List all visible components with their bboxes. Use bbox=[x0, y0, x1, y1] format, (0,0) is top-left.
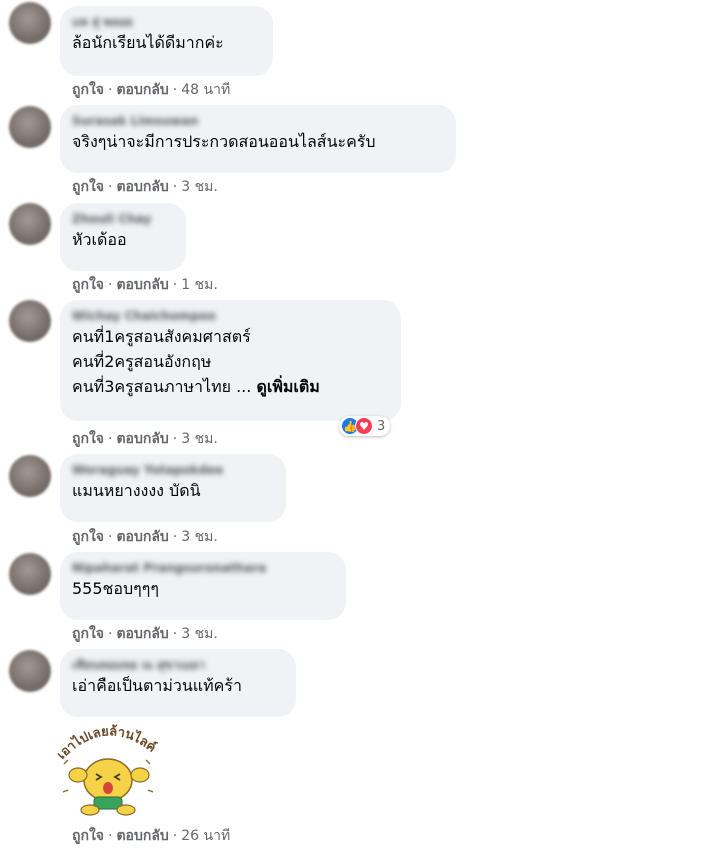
like-button[interactable]: ถูกใจ bbox=[72, 828, 104, 844]
comment-bubble: Wichay Chaichompoo คนที่1ครูสอนสังคมศาสต… bbox=[60, 300, 401, 421]
separator-dot: · bbox=[172, 626, 178, 642]
separator-dot: · bbox=[172, 431, 178, 447]
comment-author[interactable]: แพ สุ่ พลอย bbox=[72, 14, 261, 30]
timestamp[interactable]: 48 นาที bbox=[181, 82, 230, 98]
comment-bubble: Zhouli Chay หัวเด้ออ bbox=[60, 203, 186, 271]
reply-button[interactable]: ตอบกลับ bbox=[116, 828, 168, 844]
comment-bubble: เทียนหอมหอ ณ สุขาเมยา เอ่าคือเป็นตาม่วนแ… bbox=[60, 649, 296, 717]
separator-dot: · bbox=[108, 529, 113, 545]
comment-text: 555ชอบๆๆๆ bbox=[72, 579, 159, 598]
love-icon: ♥ bbox=[355, 417, 373, 435]
avatar[interactable] bbox=[9, 553, 51, 595]
avatar[interactable] bbox=[9, 106, 51, 148]
reaction-count: 3 bbox=[377, 418, 386, 434]
avatar[interactable] bbox=[9, 650, 51, 692]
comment-text: แมนหยางงงง บัดนิ bbox=[72, 481, 201, 500]
comment-text: หัวเด้ออ bbox=[72, 230, 127, 249]
comment-text-line: คนที่3ครูสอนภาษาไทย ... ดูเพิ่มเติม bbox=[72, 374, 389, 399]
separator-dot: · bbox=[108, 277, 113, 293]
comment-actions: ถูกใจ · ตอบกลับ · 3 ชม. bbox=[72, 625, 218, 643]
avatar[interactable] bbox=[9, 203, 51, 245]
comment-author[interactable]: Zhouli Chay bbox=[72, 211, 174, 227]
separator-dot: · bbox=[108, 828, 113, 844]
comment-text: เอ่าคือเป็นตาม่วนแท้คร้า bbox=[72, 676, 242, 695]
comment-author[interactable]: Woraguay Yotapokdee bbox=[72, 462, 274, 478]
reply-button[interactable]: ตอบกลับ bbox=[116, 626, 168, 642]
sticker-caption: เอาไปเลยล้านไลค์ bbox=[56, 723, 158, 762]
separator-dot: · bbox=[108, 82, 113, 98]
reply-button[interactable]: ตอบกลับ bbox=[116, 82, 168, 98]
avatar[interactable] bbox=[9, 300, 51, 342]
like-button[interactable]: ถูกใจ bbox=[72, 431, 104, 447]
see-more-link[interactable]: ดูเพิ่มเติม bbox=[256, 377, 319, 396]
comment-author[interactable]: Nipaharat Prangsuronathara bbox=[72, 560, 334, 576]
reply-button[interactable]: ตอบกลับ bbox=[116, 179, 168, 195]
reaction-summary[interactable]: 👍 ♥ 3 bbox=[339, 416, 391, 436]
like-button[interactable]: ถูกใจ bbox=[72, 82, 104, 98]
comment-text: ล้อนักเรียนได้ดีมากค่ะ bbox=[72, 33, 224, 52]
timestamp[interactable]: 26 นาที bbox=[181, 828, 230, 844]
timestamp[interactable]: 1 ชม. bbox=[181, 277, 218, 293]
comment-bubble: Nipaharat Prangsuronathara 555ชอบๆๆๆ bbox=[60, 552, 346, 620]
separator-dot: · bbox=[108, 179, 113, 195]
comment-author[interactable]: เทียนหอมหอ ณ สุขาเมยา bbox=[72, 657, 284, 673]
comment-actions: ถูกใจ · ตอบกลับ · 1 ชม. bbox=[72, 276, 218, 294]
reply-button[interactable]: ตอบกลับ bbox=[116, 431, 168, 447]
comment-actions: ถูกใจ · ตอบกลับ · 48 นาที bbox=[72, 81, 230, 99]
comment-text-truncated: คนที่3ครูสอนภาษาไทย ... bbox=[72, 377, 252, 396]
comment-bubble: Woraguay Yotapokdee แมนหยางงงง บัดนิ bbox=[60, 454, 286, 522]
avatar[interactable] bbox=[9, 2, 51, 44]
separator-dot: · bbox=[108, 431, 113, 447]
comment-bubble: Surasak Limsuwan จริงๆน่าจะมีการประกวดสอ… bbox=[60, 105, 456, 173]
separator-dot: · bbox=[172, 277, 178, 293]
separator-dot: · bbox=[172, 82, 178, 98]
separator-dot: · bbox=[172, 828, 178, 844]
timestamp[interactable]: 3 ชม. bbox=[181, 529, 218, 545]
timestamp[interactable]: 3 ชม. bbox=[181, 179, 218, 195]
timestamp[interactable]: 3 ชม. bbox=[181, 626, 218, 642]
like-button[interactable]: ถูกใจ bbox=[72, 626, 104, 642]
reply-button[interactable]: ตอบกลับ bbox=[116, 529, 168, 545]
comment-actions: ถูกใจ · ตอบกลับ · 3 ชม. bbox=[72, 528, 218, 546]
avatar[interactable] bbox=[9, 455, 51, 497]
timestamp[interactable]: 3 ชม. bbox=[181, 431, 218, 447]
comment-actions: ถูกใจ · ตอบกลับ · 3 ชม. bbox=[72, 178, 218, 196]
comment-text-line: คนที่1ครูสอนสังคมศาสตร์ bbox=[72, 327, 251, 346]
comment-actions: ถูกใจ · ตอบกลับ · 26 นาที bbox=[72, 827, 230, 845]
comment-text: จริงๆน่าจะมีการประกวดสอนออนไลส์นะครับ bbox=[72, 132, 376, 151]
reply-button[interactable]: ตอบกลับ bbox=[116, 277, 168, 293]
like-button[interactable]: ถูกใจ bbox=[72, 179, 104, 195]
like-button[interactable]: ถูกใจ bbox=[72, 529, 104, 545]
separator-dot: · bbox=[108, 626, 113, 642]
comment-author[interactable]: Wichay Chaichompoo bbox=[72, 308, 389, 324]
comment-bubble: แพ สุ่ พลอย ล้อนักเรียนได้ดีมากค่ะ bbox=[60, 6, 273, 76]
comment-author[interactable]: Surasak Limsuwan bbox=[72, 113, 444, 129]
comment-text-line: คนที่2ครูสอนอังกฤษ bbox=[72, 352, 212, 371]
like-button[interactable]: ถูกใจ bbox=[72, 277, 104, 293]
comment-actions: ถูกใจ · ตอบกลับ · 3 ชม. bbox=[72, 430, 218, 448]
separator-dot: · bbox=[172, 179, 178, 195]
separator-dot: · bbox=[172, 529, 178, 545]
sticker-image[interactable]: เอาไปเลยล้านไลค์ bbox=[56, 720, 158, 818]
